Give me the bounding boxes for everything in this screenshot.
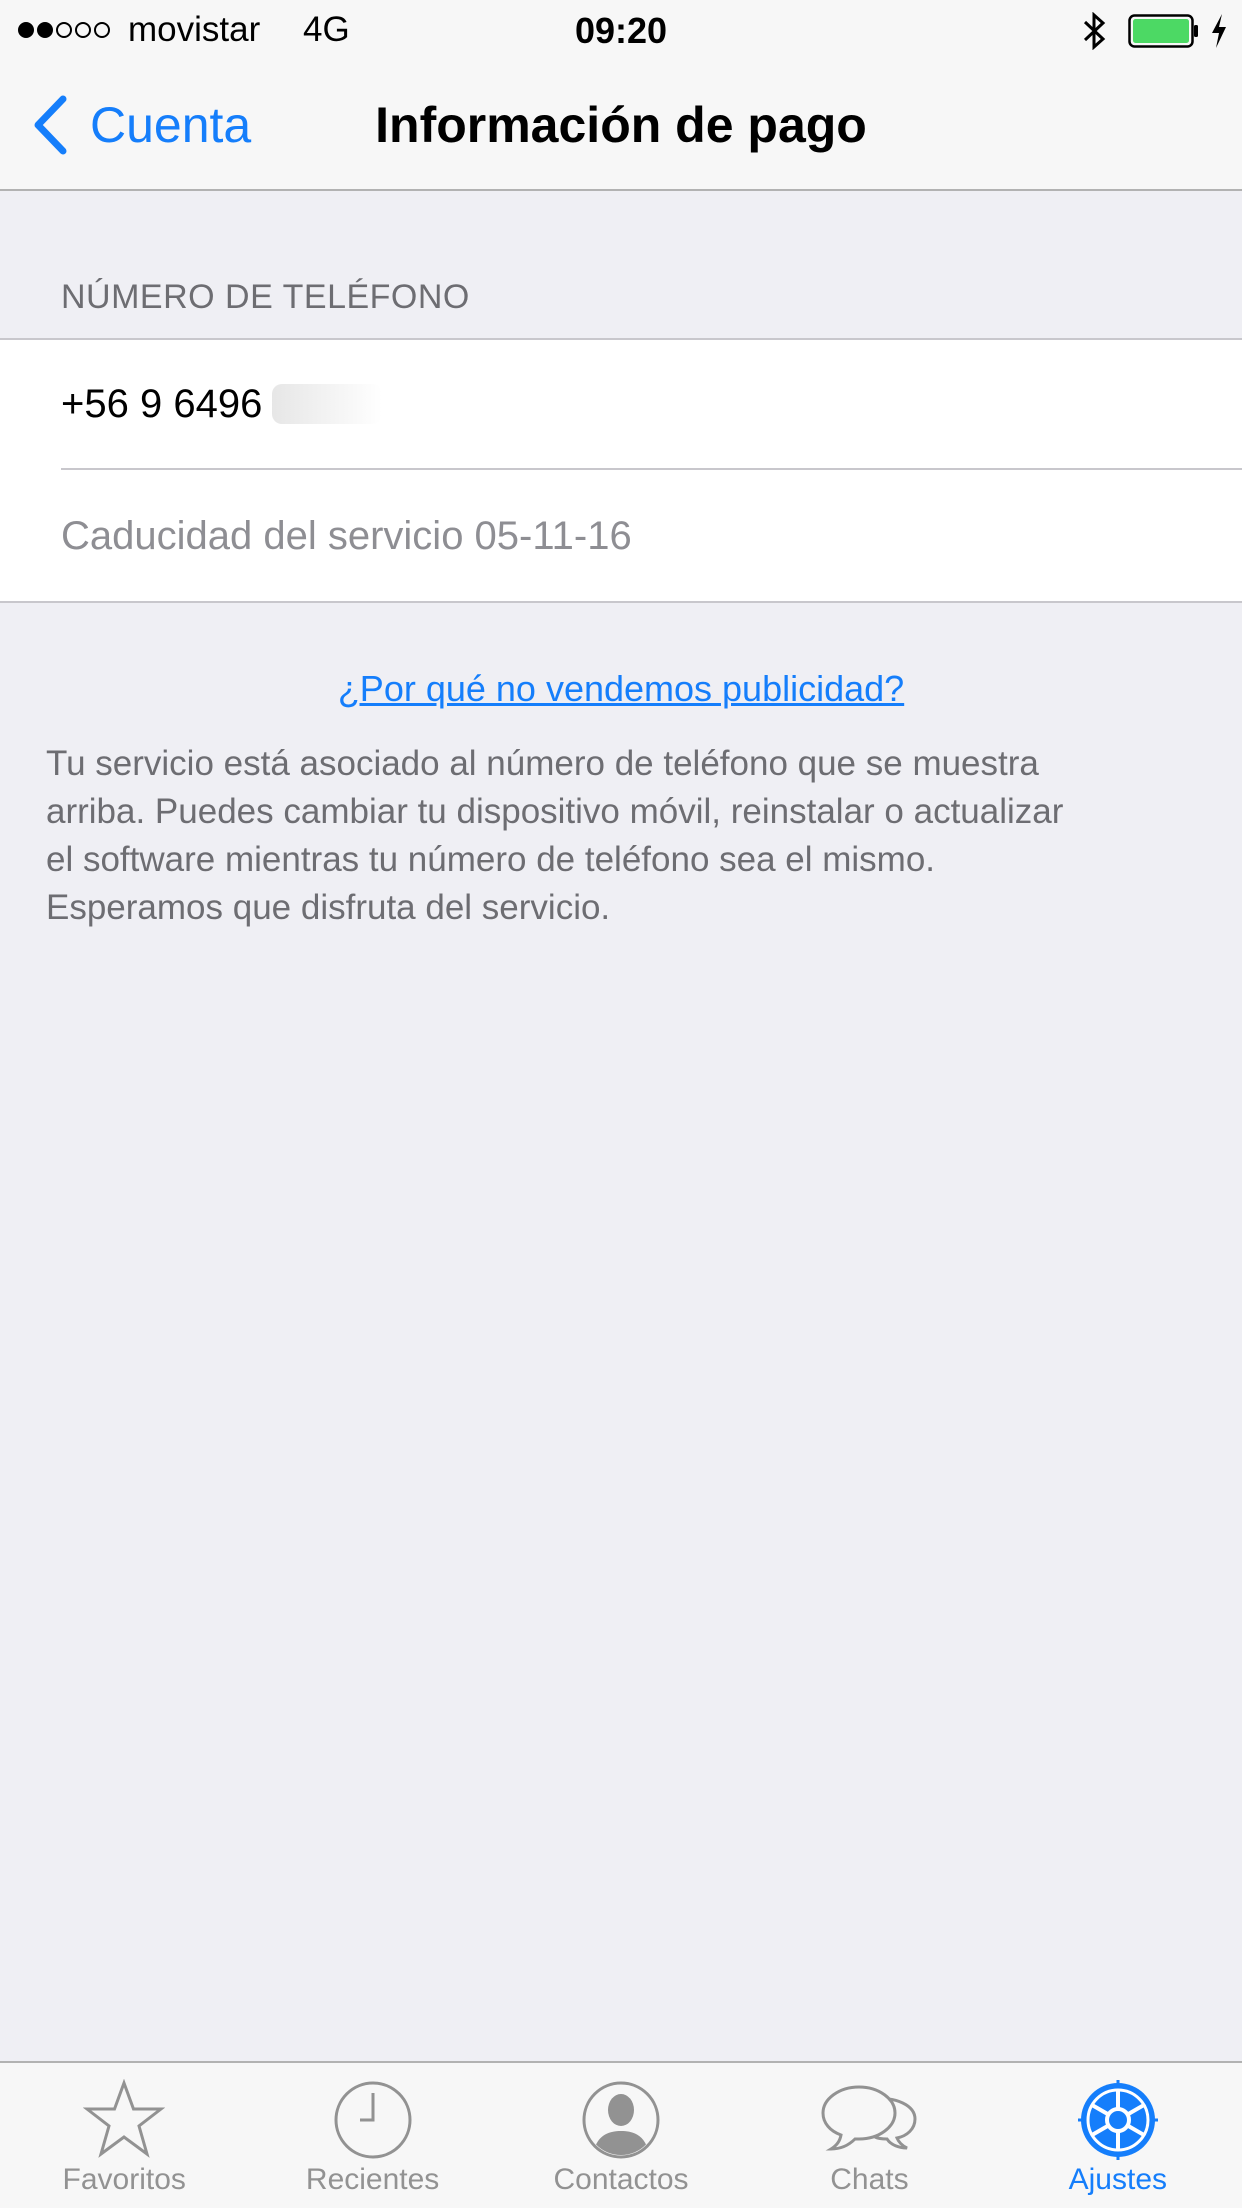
why-no-ads-link[interactable]: ¿Por qué no vendemos publicidad?	[0, 668, 1242, 710]
gear-icon	[1077, 2080, 1158, 2160]
tab-ajustes[interactable]: Ajustes	[994, 2063, 1242, 2208]
service-expiry-cell: Caducidad del servicio 05-11-16	[61, 471, 1242, 601]
page-title: Información de pago	[375, 97, 867, 153]
chat-bubbles-icon	[821, 2085, 917, 2151]
status-bar: movistar 4G 09:20	[0, 0, 1242, 62]
tab-label: Chats	[830, 2163, 909, 2196]
tab-label: Contactos	[553, 2163, 689, 2196]
redacted-digits	[272, 384, 383, 424]
screen: movistar 4G 09:20 Cuenta Información de …	[0, 0, 1242, 2208]
status-time: 09:20	[574, 10, 668, 51]
phone-number-cell: +56 9 6496	[61, 340, 1242, 470]
phone-number: +56 9 6496	[61, 381, 263, 426]
tab-label: Favoritos	[62, 2163, 186, 2196]
tab-label: Recientes	[305, 2163, 440, 2196]
star-icon	[83, 2079, 166, 2158]
navigation-bar: Cuenta Información de pago	[0, 62, 1242, 191]
tab-contactos[interactable]: Contactos	[497, 2063, 745, 2208]
tab-favoritos[interactable]: Favoritos	[0, 2063, 248, 2208]
battery-icon	[1128, 14, 1198, 48]
charging-bolt-icon	[1212, 14, 1226, 48]
section-header: NÚMERO DE TELÉFONO	[61, 278, 470, 316]
tab-bar: Favoritos Recientes Contactos Chats Ajus…	[0, 2061, 1242, 2208]
service-expiry: Caducidad del servicio 05-11-16	[61, 513, 632, 558]
clock-icon	[334, 2081, 412, 2159]
tab-chats[interactable]: Chats	[745, 2063, 993, 2208]
tab-label: Ajustes	[1068, 2163, 1168, 2196]
service-description: Tu servicio está asociado al número de t…	[46, 744, 1064, 927]
phone-info-group: +56 9 6496 Caducidad del servicio 05-11-…	[0, 338, 1242, 603]
bluetooth-icon	[1083, 12, 1106, 50]
contact-icon	[582, 2081, 660, 2159]
tab-recientes[interactable]: Recientes	[248, 2063, 496, 2208]
